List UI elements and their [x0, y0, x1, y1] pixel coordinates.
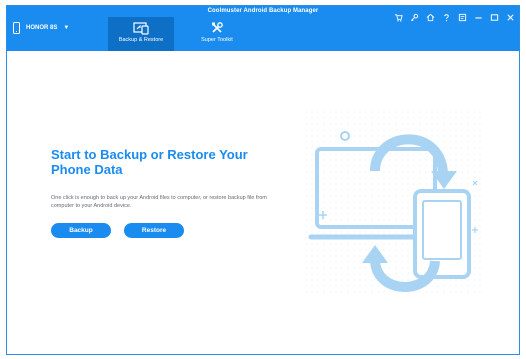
key-icon[interactable] [409, 12, 419, 22]
toolkit-icon [212, 22, 223, 33]
tab-label: Backup & Restore [118, 37, 164, 43]
close-icon[interactable] [505, 12, 515, 22]
title-bar: Coolmuster Android Backup Manager HONOR … [7, 6, 519, 51]
home-icon[interactable] [425, 12, 435, 22]
description-text: One click is enough to back up your Andr… [51, 195, 267, 209]
app-window: Coolmuster Android Backup Manager HONOR … [6, 5, 520, 355]
window-controls [393, 12, 515, 22]
restore-button[interactable]: Restore [124, 223, 184, 238]
page-title: Start to Backup or Restore Your Phone Da… [51, 147, 248, 177]
backup-restore-illustration [305, 111, 485, 297]
main-panel: Start to Backup or Restore Your Phone Da… [7, 51, 519, 354]
tab-backup-restore[interactable]: Backup & Restore [108, 17, 174, 51]
tab-super-toolkit[interactable]: Super Toolkit [189, 17, 245, 51]
feedback-icon[interactable] [457, 12, 467, 22]
device-selector[interactable]: HONOR 8S ▼ [13, 19, 69, 37]
chevron-down-icon: ▼ [63, 25, 70, 31]
maximize-icon[interactable] [489, 12, 499, 22]
phone-icon [13, 22, 20, 34]
backup-restore-icon [133, 22, 149, 35]
device-name: HONOR 8S [26, 25, 58, 31]
minimize-icon[interactable] [473, 12, 483, 22]
help-icon[interactable] [441, 12, 451, 22]
cart-icon[interactable] [393, 12, 403, 22]
tab-label: Super Toolkit [201, 37, 233, 43]
backup-button[interactable]: Backup [51, 223, 111, 238]
